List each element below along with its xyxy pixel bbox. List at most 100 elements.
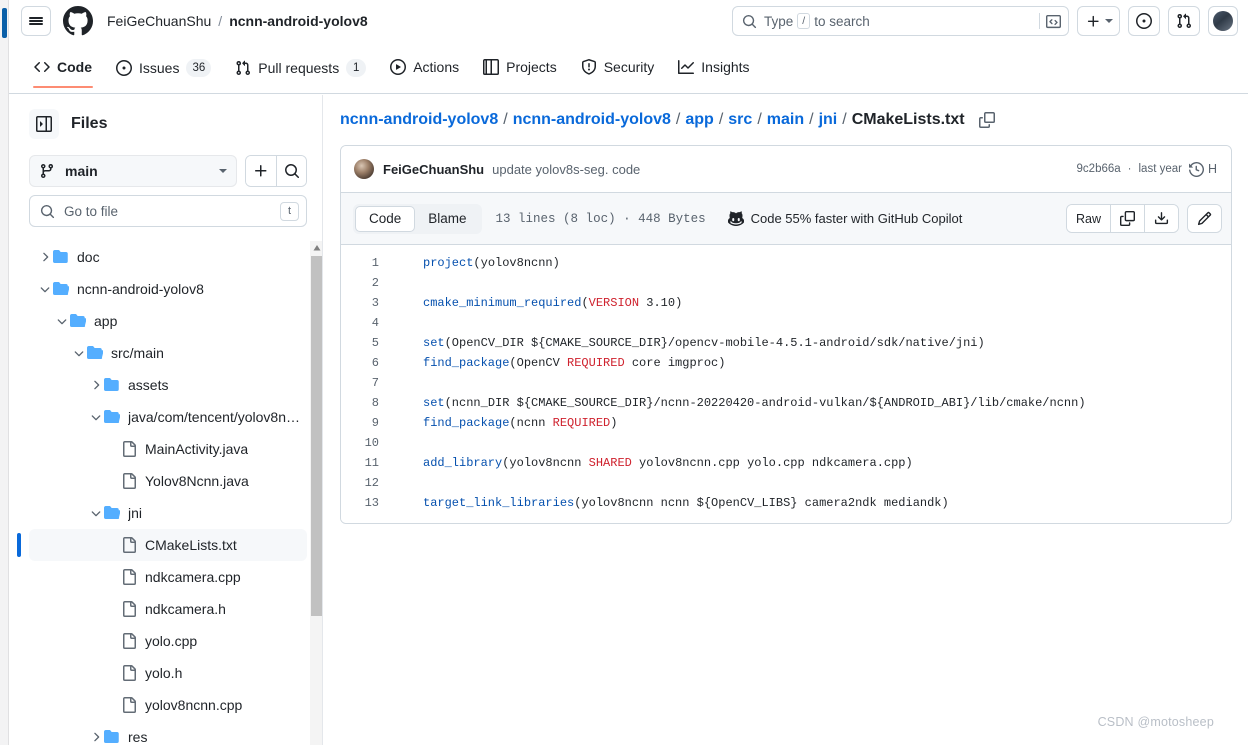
tree-file-row[interactable]: Yolov8Ncnn.java [29, 465, 307, 497]
chevron-down-icon[interactable] [88, 409, 104, 425]
code-line-text[interactable]: set(OpenCV_DIR ${CMAKE_SOURCE_DIR}/openc… [397, 336, 985, 350]
tree-folder-row[interactable]: assets [29, 369, 307, 401]
chevron-right-icon[interactable] [37, 249, 53, 265]
tree-folder-row[interactable]: ncnn-android-yolov8 [29, 273, 307, 305]
download-raw-file-button[interactable] [1144, 205, 1178, 232]
code-line-text[interactable]: cmake_minimum_required(VERSION 3.10) [397, 296, 682, 310]
commit-sha[interactable]: 9c2b66a [1077, 163, 1121, 175]
tab-code[interactable]: Code [355, 205, 416, 232]
your-pull-requests-button[interactable] [1168, 6, 1200, 36]
tree-item-label: yolo.h [145, 665, 183, 681]
code-line: 11 add_library(yolov8ncnn SHARED yolov8nc… [341, 453, 1231, 473]
tree-file-row[interactable]: MainActivity.java [29, 433, 307, 465]
tree-folder-row[interactable]: jni [29, 497, 307, 529]
search-files-button[interactable] [276, 156, 306, 186]
files-sidebar: Files main Go to file t doc ncnn-android… [9, 95, 323, 745]
tree-folder-row[interactable]: app [29, 305, 307, 337]
tree-file-row[interactable]: yolo.h [29, 657, 307, 689]
header-owner-link[interactable]: FeiGeChuanShu [107, 13, 211, 29]
tree-file-row[interactable]: ndkcamera.cpp [29, 561, 307, 593]
code-line-number[interactable]: 4 [341, 316, 397, 330]
sidebar-collapse-button[interactable] [29, 109, 59, 139]
global-nav-menu-button[interactable] [21, 6, 51, 36]
breadcrumb-link[interactable]: src [728, 111, 752, 129]
command-palette-icon[interactable] [1039, 13, 1061, 29]
breadcrumb-link[interactable]: ncnn-android-yolov8 [340, 111, 498, 129]
copilot-promo[interactable]: Code 55% faster with GitHub Copilot [727, 210, 962, 227]
code-line-text[interactable]: find_package(OpenCV REQUIRED core imgpro… [397, 356, 725, 370]
copy-raw-content-button[interactable] [1110, 205, 1144, 232]
code-line-number[interactable]: 2 [341, 276, 397, 290]
code-line-number[interactable]: 3 [341, 296, 397, 310]
commit-message[interactable]: update yolov8s-seg. code [492, 162, 640, 177]
code-line-number[interactable]: 7 [341, 376, 397, 390]
tree-folder-row[interactable]: res [29, 721, 307, 745]
code-line-text[interactable]: project(yolov8ncnn) [397, 256, 560, 270]
commit-author-name[interactable]: FeiGeChuanShu [383, 162, 484, 177]
branch-selector[interactable]: main [29, 155, 237, 187]
your-issues-button[interactable] [1128, 6, 1160, 36]
code-line-number[interactable]: 8 [341, 396, 397, 410]
chevron-down-icon[interactable] [37, 281, 53, 297]
user-avatar[interactable] [1208, 6, 1238, 36]
chevron-down-icon[interactable] [71, 345, 87, 361]
repo-nav-projects[interactable]: Projects [474, 54, 566, 88]
code-line-number[interactable]: 10 [341, 436, 397, 450]
raw-button[interactable]: Raw [1066, 205, 1110, 232]
code-token-plain: ( [581, 296, 589, 310]
tree-file-row[interactable]: yolov8ncnn.cpp [29, 689, 307, 721]
commit-author-avatar[interactable] [354, 159, 374, 179]
code-line-number[interactable]: 12 [341, 476, 397, 490]
search-icon [40, 204, 55, 218]
repo-nav-code[interactable]: Code [25, 54, 101, 88]
repo-nav-insights[interactable]: Insights [669, 54, 758, 88]
copilot-icon [727, 210, 744, 226]
repo-nav-security[interactable]: Security [572, 54, 664, 88]
folder-open-icon [104, 505, 120, 521]
history-icon [1188, 161, 1204, 177]
chevron-down-icon [91, 511, 101, 517]
repo-nav-pull-requests[interactable]: Pull requests 1 [226, 54, 375, 90]
tree-folder-row[interactable]: src/main [29, 337, 307, 369]
tree-file-row[interactable]: yolo.cpp [29, 625, 307, 657]
breadcrumb-link[interactable]: ncnn-android-yolov8 [513, 111, 671, 129]
tab-blame[interactable]: Blame [415, 206, 479, 232]
create-new-button[interactable] [1077, 6, 1120, 36]
repo-nav-actions[interactable]: Actions [381, 54, 468, 88]
go-to-file-input[interactable]: Go to file t [29, 195, 307, 227]
breadcrumb-link[interactable]: jni [819, 111, 838, 129]
code-line-number[interactable]: 5 [341, 336, 397, 350]
breadcrumb-link[interactable]: app [685, 111, 713, 129]
chevron-down-icon[interactable] [54, 313, 70, 329]
code-line-text[interactable]: find_package(ncnn REQUIRED) [397, 416, 617, 430]
edit-file-button[interactable] [1188, 205, 1221, 232]
code-line-number[interactable]: 13 [341, 496, 397, 510]
chevron-down-icon[interactable] [88, 505, 104, 521]
search-input[interactable]: Type / to search [732, 6, 1069, 36]
code-line-text[interactable]: target_link_libraries(yolov8ncnn ncnn ${… [397, 496, 949, 510]
file-icon [121, 569, 137, 585]
commit-history-button[interactable]: H [1188, 161, 1217, 177]
tree-folder-row[interactable]: doc [29, 241, 307, 273]
code-line-text[interactable]: set(ncnn_DIR ${CMAKE_SOURCE_DIR}/ncnn-20… [397, 396, 1086, 410]
code-token-plain: 3.10) [639, 296, 683, 310]
tree-folder-row[interactable]: java/com/tencent/yolov8ncnn [29, 401, 307, 433]
code-line-number[interactable]: 1 [341, 256, 397, 270]
code-line-number[interactable]: 9 [341, 416, 397, 430]
code-line-number[interactable]: 11 [341, 456, 397, 470]
chevron-right-icon[interactable] [88, 377, 104, 393]
tree-file-row[interactable]: ndkcamera.h [29, 593, 307, 625]
sidebar-scrollbar-thumb[interactable] [311, 256, 322, 616]
tree-file-row[interactable]: CMakeLists.txt [17, 529, 307, 561]
code-content[interactable]: 1 project(yolov8ncnn) 2 3 cmake_minimum_requ… [341, 245, 1231, 523]
copy-path-button[interactable] [978, 112, 995, 128]
header-repo-link[interactable]: ncnn-android-yolov8 [229, 13, 367, 29]
add-file-button[interactable] [246, 156, 276, 186]
breadcrumb-link[interactable]: main [767, 111, 804, 129]
repo-nav-issues[interactable]: Issues 36 [107, 54, 220, 90]
chevron-right-icon[interactable] [88, 729, 104, 745]
code-line-number[interactable]: 6 [341, 356, 397, 370]
sidebar-divider [322, 95, 323, 745]
code-line-text[interactable]: add_library(yolov8ncnn SHARED yolov8ncnn… [397, 456, 913, 470]
github-logo-icon[interactable] [63, 6, 93, 36]
